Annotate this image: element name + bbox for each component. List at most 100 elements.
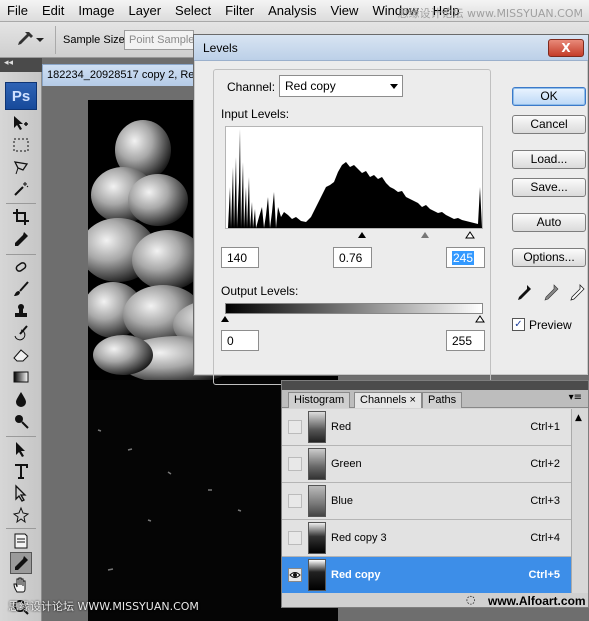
output-black-slider[interactable] bbox=[221, 316, 229, 322]
shape-icon bbox=[12, 506, 30, 524]
input-slider-track[interactable] bbox=[225, 229, 483, 241]
output-black-field[interactable]: 0 bbox=[221, 330, 259, 351]
channel-row-red[interactable]: Red Ctrl+1 bbox=[282, 409, 572, 446]
channel-select[interactable]: Red copy bbox=[279, 75, 403, 97]
visibility-toggle[interactable] bbox=[288, 531, 302, 545]
direct-selection-tool-button[interactable] bbox=[10, 482, 32, 504]
auto-button[interactable]: Auto bbox=[512, 213, 586, 232]
gradient-tool-button[interactable] bbox=[10, 366, 32, 388]
channel-row-red-copy[interactable]: Red copy Ctrl+5 bbox=[282, 557, 572, 594]
chevron-down-icon bbox=[390, 84, 398, 89]
load-button[interactable]: Load... bbox=[512, 150, 586, 169]
channel-row-blue[interactable]: Blue Ctrl+3 bbox=[282, 483, 572, 520]
tab-channels[interactable]: Channels × bbox=[354, 392, 422, 408]
history-brush-tool-button[interactable] bbox=[10, 322, 32, 344]
black-eyedropper-button[interactable] bbox=[514, 283, 534, 305]
output-white-slider[interactable] bbox=[475, 315, 485, 323]
lasso-icon bbox=[13, 161, 29, 175]
channel-row-red-copy-3[interactable]: Red copy 3 Ctrl+4 bbox=[282, 520, 572, 557]
color-sampler-tool-button[interactable] bbox=[10, 552, 32, 574]
options-button[interactable]: Options... bbox=[512, 248, 586, 267]
move-tool-button[interactable] bbox=[10, 112, 32, 134]
panel-grip[interactable]: ◂◂ bbox=[0, 58, 42, 72]
hand-tool-button[interactable] bbox=[10, 574, 32, 596]
panel-tabs: Histogram Channels × Paths ▾≡ bbox=[282, 390, 588, 408]
path-selection-tool-button[interactable] bbox=[10, 438, 32, 460]
lasso-tool-button[interactable] bbox=[10, 156, 32, 178]
divider bbox=[6, 203, 36, 204]
sample-size-select[interactable]: Point Sample bbox=[124, 30, 194, 50]
visibility-toggle[interactable] bbox=[288, 420, 302, 434]
menu-view[interactable]: View bbox=[323, 3, 365, 18]
divider bbox=[6, 254, 36, 255]
menu-edit[interactable]: Edit bbox=[35, 3, 71, 18]
blur-tool-button[interactable] bbox=[10, 388, 32, 410]
tool-preset-picker[interactable] bbox=[14, 28, 50, 52]
dodge-icon bbox=[15, 415, 29, 429]
tab-histogram[interactable]: Histogram bbox=[288, 392, 351, 408]
scroll-up-icon[interactable]: ▲ bbox=[575, 413, 582, 423]
black-point-slider[interactable] bbox=[358, 232, 366, 238]
eyedropper-icon bbox=[15, 556, 28, 570]
eyedropper-tool-button[interactable] bbox=[10, 228, 32, 250]
input-gamma-field[interactable]: 0.76 bbox=[333, 247, 372, 268]
drop-icon bbox=[16, 392, 26, 407]
brush-tool-button[interactable] bbox=[10, 278, 32, 300]
gamma-slider[interactable] bbox=[421, 232, 429, 238]
gray-eyedropper-button[interactable] bbox=[541, 283, 561, 305]
cancel-button[interactable]: Cancel bbox=[512, 115, 586, 134]
visibility-toggle[interactable] bbox=[288, 457, 302, 471]
menu-analysis[interactable]: Analysis bbox=[261, 3, 323, 18]
output-white-field[interactable]: 255 bbox=[446, 330, 485, 351]
visibility-toggle[interactable] bbox=[288, 568, 302, 582]
notes-tool-button[interactable] bbox=[10, 530, 32, 552]
healing-brush-icon bbox=[15, 262, 27, 272]
channel-name: Green bbox=[331, 458, 362, 470]
magic-wand-icon bbox=[14, 182, 29, 196]
menu-select[interactable]: Select bbox=[168, 3, 218, 18]
channel-row-green[interactable]: Green Ctrl+2 bbox=[282, 446, 572, 483]
eraser-tool-button[interactable] bbox=[10, 344, 32, 366]
white-point-slider[interactable] bbox=[465, 231, 475, 239]
input-black-field[interactable]: 140 bbox=[221, 247, 259, 268]
output-slider-track[interactable] bbox=[221, 314, 487, 324]
channel-shortcut: Ctrl+5 bbox=[528, 569, 561, 581]
dialog-title: Levels bbox=[194, 35, 588, 61]
levels-dialog: Levels X Channel: Red copy Input Levels:… bbox=[193, 34, 589, 385]
marquee-tool-button[interactable] bbox=[10, 134, 32, 156]
menu-layer[interactable]: Layer bbox=[122, 3, 169, 18]
type-tool-button[interactable] bbox=[10, 460, 32, 482]
input-white-field[interactable]: 245 bbox=[446, 247, 485, 268]
close-button[interactable]: X bbox=[548, 39, 584, 57]
save-button[interactable]: Save... bbox=[512, 178, 586, 197]
channel-shortcut: Ctrl+3 bbox=[530, 495, 560, 507]
healing-tool-button[interactable] bbox=[10, 256, 32, 278]
clone-stamp-tool-button[interactable] bbox=[10, 300, 32, 322]
channel-label: Channel: bbox=[227, 80, 276, 94]
note-icon bbox=[14, 533, 28, 549]
channel-list: Red Ctrl+1 Green Ctrl+2 Blue Ctrl+3 Red … bbox=[282, 409, 572, 594]
visibility-toggle[interactable] bbox=[288, 494, 302, 508]
panel-grip[interactable] bbox=[282, 381, 588, 390]
dodge-tool-button[interactable] bbox=[10, 410, 32, 432]
load-selection-icon[interactable]: ◌ bbox=[466, 593, 476, 606]
panel-scrollbar[interactable]: ▲ bbox=[571, 409, 588, 594]
custom-shape-tool-button[interactable] bbox=[10, 504, 32, 526]
panel-menu-icon[interactable]: ▾≡ bbox=[569, 392, 582, 403]
eyedropper-icon bbox=[18, 32, 33, 45]
channel-thumbnail bbox=[308, 485, 326, 517]
stamp-icon bbox=[15, 304, 27, 317]
menu-image[interactable]: Image bbox=[71, 3, 121, 18]
white-eyedropper-button[interactable] bbox=[567, 283, 587, 305]
tab-paths[interactable]: Paths bbox=[422, 392, 463, 408]
divider bbox=[55, 26, 56, 54]
menu-file[interactable]: File bbox=[0, 3, 35, 18]
preview-checkbox[interactable]: ✓ bbox=[512, 318, 525, 331]
divider bbox=[6, 436, 36, 437]
menu-filter[interactable]: Filter bbox=[218, 3, 261, 18]
crop-tool-button[interactable] bbox=[10, 206, 32, 228]
eyedropper-icon bbox=[15, 232, 28, 246]
magic-wand-tool-button[interactable] bbox=[10, 178, 32, 200]
ok-button[interactable]: OK bbox=[512, 87, 586, 106]
channels-panel: Histogram Channels × Paths ▾≡ Red Ctrl+1… bbox=[281, 380, 589, 608]
